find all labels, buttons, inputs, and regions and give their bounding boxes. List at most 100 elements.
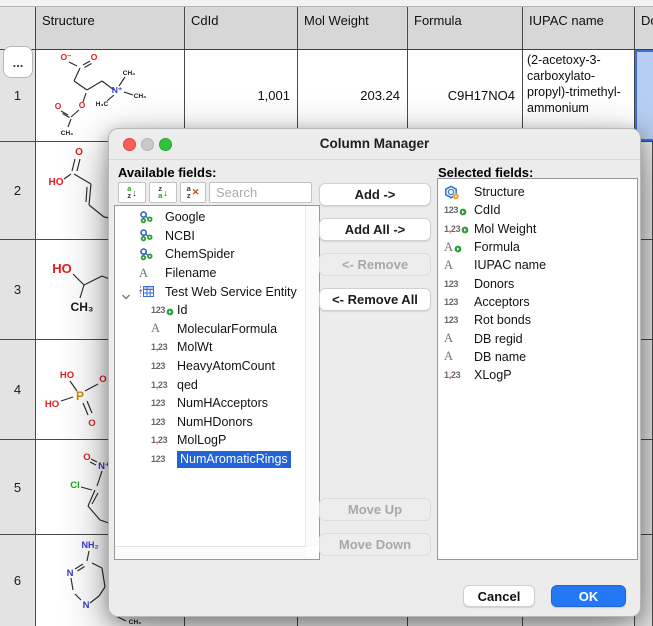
integer-type-icon: 123 <box>444 205 474 216</box>
integer-type-icon: 123 <box>151 454 177 464</box>
tree-item-numhacceptors[interactable]: 123 NumHAcceptors <box>115 394 319 413</box>
iupac-name-text: (2-acetoxy-3-carboxylato-propyl)-trimeth… <box>523 50 634 117</box>
svg-text:O: O <box>88 418 95 429</box>
move-up-button[interactable]: Move Up <box>319 498 431 521</box>
selected-field-mol-weight[interactable]: 1,23 Mol Weight <box>438 220 637 238</box>
row-header-corner <box>0 7 36 49</box>
svg-text:HO: HO <box>60 370 74 381</box>
entity-table-icon <box>139 285 165 298</box>
dialog-title: Column Manager <box>109 136 640 151</box>
clear-x-icon: ✕ <box>192 187 200 198</box>
column-header-mol-weight[interactable]: Mol Weight <box>298 7 408 49</box>
tree-item-test-web-service-entity[interactable]: Test Web Service Entity <box>115 282 319 301</box>
move-down-button[interactable]: Move Down <box>319 533 431 556</box>
column-header-formula[interactable]: Formula <box>408 7 523 49</box>
tree-item-mollogp[interactable]: 1,23 MolLogP <box>115 431 319 450</box>
tree-item-chemspider[interactable]: ChemSpider <box>115 245 319 264</box>
selected-field-formula[interactable]: A Formula <box>438 238 637 256</box>
tree-item-ncbi[interactable]: NCBI <box>115 227 319 246</box>
tree-item-molecularformula[interactable]: A MolecularFormula <box>115 320 319 339</box>
app-window: Structure CdId Mol Weight Formula IUPAC … <box>0 0 653 626</box>
svg-text:O: O <box>55 101 62 111</box>
tree-item-numaromaticrings[interactable]: 123 NumAromaticRings <box>115 450 319 469</box>
structure-type-icon <box>444 185 474 200</box>
selected-field-rot-bonds[interactable]: 123 Rot bonds <box>438 311 637 329</box>
column-header-structure[interactable]: Structure <box>36 7 185 49</box>
float-type-icon: 1,23 <box>151 380 177 390</box>
cancel-button[interactable]: Cancel <box>463 585 535 607</box>
svg-text:O: O <box>75 147 83 158</box>
float-type-icon: 1,23 <box>444 223 474 234</box>
integer-type-icon: 123 <box>151 417 177 427</box>
selected-fields-list[interactable]: Structure 123 CdId 1,23 Mol Weight A For… <box>437 178 638 560</box>
selected-field-cdid[interactable]: 123 CdId <box>438 201 637 219</box>
column-header-donors[interactable]: Donors <box>635 7 653 49</box>
vertical-scrollbar[interactable] <box>305 206 319 547</box>
selected-field-donors[interactable]: 123 Donors <box>438 274 637 292</box>
svg-text:N⁺: N⁺ <box>112 85 123 95</box>
row-number[interactable]: 3 <box>0 240 36 339</box>
available-fields-list[interactable]: Google NCBI ChemSpider A Filename <box>114 205 320 560</box>
svg-text:H₃C: H₃C <box>96 101 109 108</box>
svg-text:HO: HO <box>49 177 64 188</box>
integer-type-icon: 123 <box>151 305 177 316</box>
svg-text:N: N <box>83 600 90 611</box>
svg-text:P: P <box>76 389 84 403</box>
down-arrow-icon: ↓ <box>163 188 168 198</box>
selected-field-db-name[interactable]: A DB name <box>438 348 637 366</box>
tree-item-numhdonors[interactable]: 123 NumHDonors <box>115 413 319 432</box>
web-service-link-icon <box>139 229 165 242</box>
remove-all-button[interactable]: <- Remove All <box>319 288 431 311</box>
sort-descending-button[interactable]: za ↓ <box>149 182 177 203</box>
svg-text:O: O <box>91 52 98 62</box>
selected-field-structure[interactable]: Structure <box>438 183 637 201</box>
add-button[interactable]: Add -> <box>319 183 431 206</box>
svg-text:O: O <box>99 374 106 385</box>
svg-text:CH₃: CH₃ <box>71 300 94 314</box>
tree-item-heavyatomcount[interactable]: 123 HeavyAtomCount <box>115 357 319 376</box>
svg-text:O⁻: O⁻ <box>60 52 72 62</box>
text-type-icon: A <box>444 349 474 364</box>
tree-item-filename[interactable]: A Filename <box>115 264 319 283</box>
table-options-button[interactable]: ... <box>3 46 33 78</box>
tree-item-qed[interactable]: 1,23 qed <box>115 375 319 394</box>
selected-field-iupac-name[interactable]: A IUPAC name <box>438 256 637 274</box>
clear-sort-button[interactable]: az ✕ <box>180 182 206 203</box>
integer-type-icon: 123 <box>151 361 177 371</box>
float-type-icon: 1,23 <box>151 435 177 445</box>
svg-text:O: O <box>79 100 86 110</box>
dialog-titlebar[interactable]: Column Manager <box>109 129 640 160</box>
tree-item-molwt[interactable]: 1,23 MolWt <box>115 338 319 357</box>
web-service-link-icon <box>139 248 165 261</box>
tree-item-id[interactable]: 123 Id <box>115 301 319 320</box>
selected-field-db-regid[interactable]: A DB regid <box>438 329 637 347</box>
add-all-button[interactable]: Add All -> <box>319 218 431 241</box>
svg-text:CH₃: CH₃ <box>129 619 141 625</box>
integer-type-icon: 123 <box>444 297 474 307</box>
column-header-cdid[interactable]: CdId <box>185 7 298 49</box>
table-header-row: Structure CdId Mol Weight Formula IUPAC … <box>0 7 653 50</box>
remove-button[interactable]: <- Remove <box>319 253 431 276</box>
selected-donors-cell[interactable] <box>635 50 653 141</box>
ok-button[interactable]: OK <box>551 585 626 607</box>
row-number[interactable]: 6 <box>0 535 36 626</box>
text-type-icon: A <box>444 240 474 255</box>
selected-field-acceptors[interactable]: 123 Acceptors <box>438 293 637 311</box>
available-fields-label: Available fields: <box>118 165 217 180</box>
column-manager-dialog: Column Manager Available fields: Selecte… <box>108 128 641 617</box>
svg-text:CH₃: CH₃ <box>61 130 73 137</box>
selected-field-xlogp[interactable]: 1,23 XLogP <box>438 366 637 384</box>
row-number[interactable]: 4 <box>0 340 36 439</box>
horizontal-scrollbar[interactable] <box>115 546 306 559</box>
row-number[interactable]: 5 <box>0 440 36 534</box>
row-number[interactable]: 2 <box>0 142 36 239</box>
sort-ascending-button[interactable]: az ↓ <box>118 182 146 203</box>
float-type-icon: 1,23 <box>151 342 177 352</box>
tree-item-google[interactable]: Google <box>115 208 319 227</box>
text-type-icon: A <box>444 331 474 346</box>
svg-text:O: O <box>83 452 90 463</box>
svg-text:CH₃: CH₃ <box>123 70 135 77</box>
search-input[interactable] <box>209 182 312 203</box>
column-header-iupac-name[interactable]: IUPAC name <box>523 7 635 49</box>
down-arrow-icon: ↓ <box>132 188 137 198</box>
